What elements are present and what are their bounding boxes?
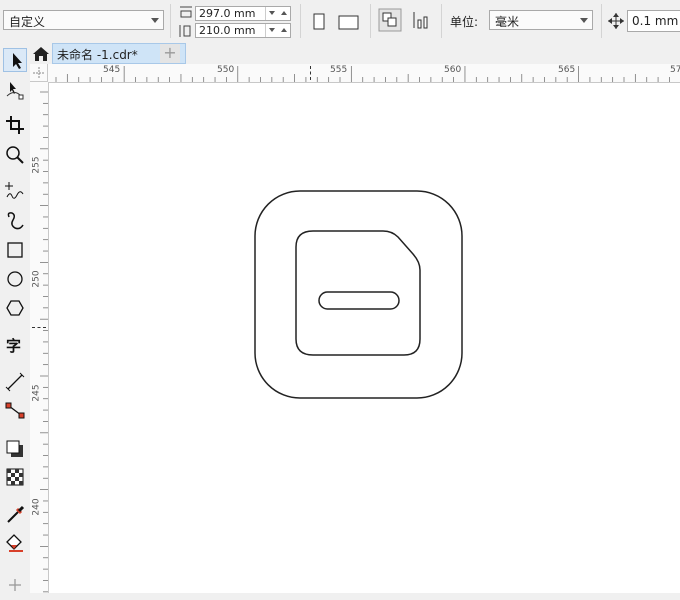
ruler-origin[interactable] — [30, 64, 48, 82]
hexagon-icon — [6, 300, 24, 316]
page-dimensions-icon — [179, 6, 192, 37]
drawing-canvas[interactable] — [49, 83, 680, 593]
page-width-value: 297.0 mm — [199, 7, 256, 20]
rectangle-icon — [7, 242, 23, 258]
ruler-label: 245 — [31, 384, 42, 402]
ruler-label: 255 — [31, 156, 42, 174]
page-size-dropdown[interactable]: 自定义 — [3, 10, 164, 30]
width-spinner[interactable] — [265, 7, 290, 20]
zoom-tool[interactable] — [3, 143, 27, 167]
separator — [370, 4, 371, 38]
eyedropper-tool[interactable] — [3, 503, 27, 527]
horizontal-ruler-ticks — [55, 66, 670, 82]
nudge-distance-input[interactable]: 0.1 mm — [627, 10, 680, 32]
page-size-value: 自定义 — [9, 15, 46, 29]
shape-tool[interactable] — [3, 78, 27, 102]
ruler-label: 240 — [31, 498, 42, 516]
add-tool-button[interactable] — [3, 573, 27, 597]
separator — [170, 4, 171, 38]
page-height-value: 210.0 mm — [199, 24, 256, 37]
units-value: 毫米 — [495, 15, 520, 29]
ruler-label: 560 — [444, 65, 462, 75]
units-dropdown[interactable]: 毫米 — [489, 10, 593, 30]
connector-tool[interactable] — [3, 398, 27, 422]
drop-shadow-tool[interactable] — [3, 437, 27, 461]
nudge-distance-value: 0.1 mm — [632, 14, 679, 28]
fill-bucket-icon — [6, 534, 23, 552]
document-shape[interactable] — [295, 230, 421, 356]
crop-icon — [6, 116, 24, 134]
chevron-up-icon[interactable] — [281, 11, 287, 15]
chevron-down-icon — [580, 18, 588, 23]
ellipse-icon — [7, 271, 23, 287]
polygon-tool[interactable] — [3, 296, 27, 320]
pick-tool[interactable] — [3, 48, 27, 72]
ruler-label: 250 — [31, 270, 42, 288]
artistic-media-tool[interactable] — [3, 209, 27, 233]
vertical-ruler[interactable]: 255 250 245 240 — [30, 82, 49, 593]
freehand-tool[interactable] — [3, 179, 27, 203]
text-tool[interactable]: 字 — [3, 333, 27, 357]
ellipse-tool[interactable] — [3, 267, 27, 291]
ruler-label: 565 — [558, 65, 576, 75]
landscape-icon[interactable] — [338, 15, 359, 30]
document-tab-label: 未命名 -1.cdr* — [57, 48, 138, 62]
current-page-icon[interactable] — [413, 12, 428, 29]
eyedropper-icon — [7, 505, 25, 523]
shape-node-icon — [6, 82, 24, 100]
slot-shape[interactable] — [318, 291, 400, 310]
transparency-tool[interactable] — [3, 465, 27, 489]
orientation-buttons — [313, 13, 359, 30]
property-bar: 自定义 297.0 mm 210.0 mm 单位: 毫米 0.1 mm — [0, 0, 680, 44]
separator — [441, 4, 442, 38]
text-icon: 字 — [6, 337, 21, 355]
chevron-down-icon[interactable] — [269, 28, 275, 32]
freehand-icon — [5, 182, 24, 199]
add-tab-button[interactable]: + — [160, 44, 180, 63]
chevron-down-icon — [151, 18, 159, 23]
interactive-fill-tool[interactable] — [3, 531, 27, 555]
outer-rounded-square[interactable] — [254, 190, 463, 399]
page-width-input[interactable]: 297.0 mm — [195, 6, 291, 21]
ruler-label: 545 — [103, 65, 121, 75]
horizontal-cursor-marker — [310, 66, 312, 80]
horizontal-ruler[interactable]: 545 550 555 560 565 57 — [48, 64, 680, 83]
document-tab-strip: 未命名 -1.cdr* + — [30, 43, 680, 64]
rectangle-tool[interactable] — [3, 238, 27, 262]
parallel-dimension-tool[interactable] — [3, 370, 27, 394]
separator — [300, 4, 301, 38]
all-pages-icon[interactable] — [378, 8, 402, 32]
dimension-icon — [5, 372, 25, 392]
toolbox: 字 — [0, 43, 31, 593]
ruler-origin-icon — [33, 67, 45, 79]
artistic-media-icon — [7, 212, 24, 230]
checkerboard-icon — [6, 468, 24, 486]
chevron-up-icon[interactable] — [281, 28, 287, 32]
units-label: 单位: — [450, 15, 479, 29]
page-layout-buttons — [378, 8, 428, 32]
separator — [601, 4, 602, 38]
arrow-pointer-icon — [13, 53, 22, 69]
svg-text:字: 字 — [6, 337, 21, 355]
magnifier-icon — [6, 146, 24, 164]
ruler-label: 555 — [330, 65, 348, 75]
drop-shadow-icon — [6, 440, 23, 457]
page-height-input[interactable]: 210.0 mm — [195, 23, 291, 38]
connector-icon — [5, 402, 25, 419]
ruler-label: 550 — [217, 65, 235, 75]
height-spinner[interactable] — [265, 24, 290, 37]
vertical-cursor-marker — [32, 327, 46, 329]
nudge-icon — [608, 13, 624, 29]
ruler-label: 57 — [670, 65, 680, 75]
plus-icon — [9, 579, 21, 591]
chevron-down-icon[interactable] — [269, 11, 275, 15]
drawing — [254, 190, 463, 399]
crop-tool[interactable] — [3, 113, 27, 137]
portrait-icon[interactable] — [313, 13, 325, 30]
home-icon[interactable] — [32, 45, 50, 63]
